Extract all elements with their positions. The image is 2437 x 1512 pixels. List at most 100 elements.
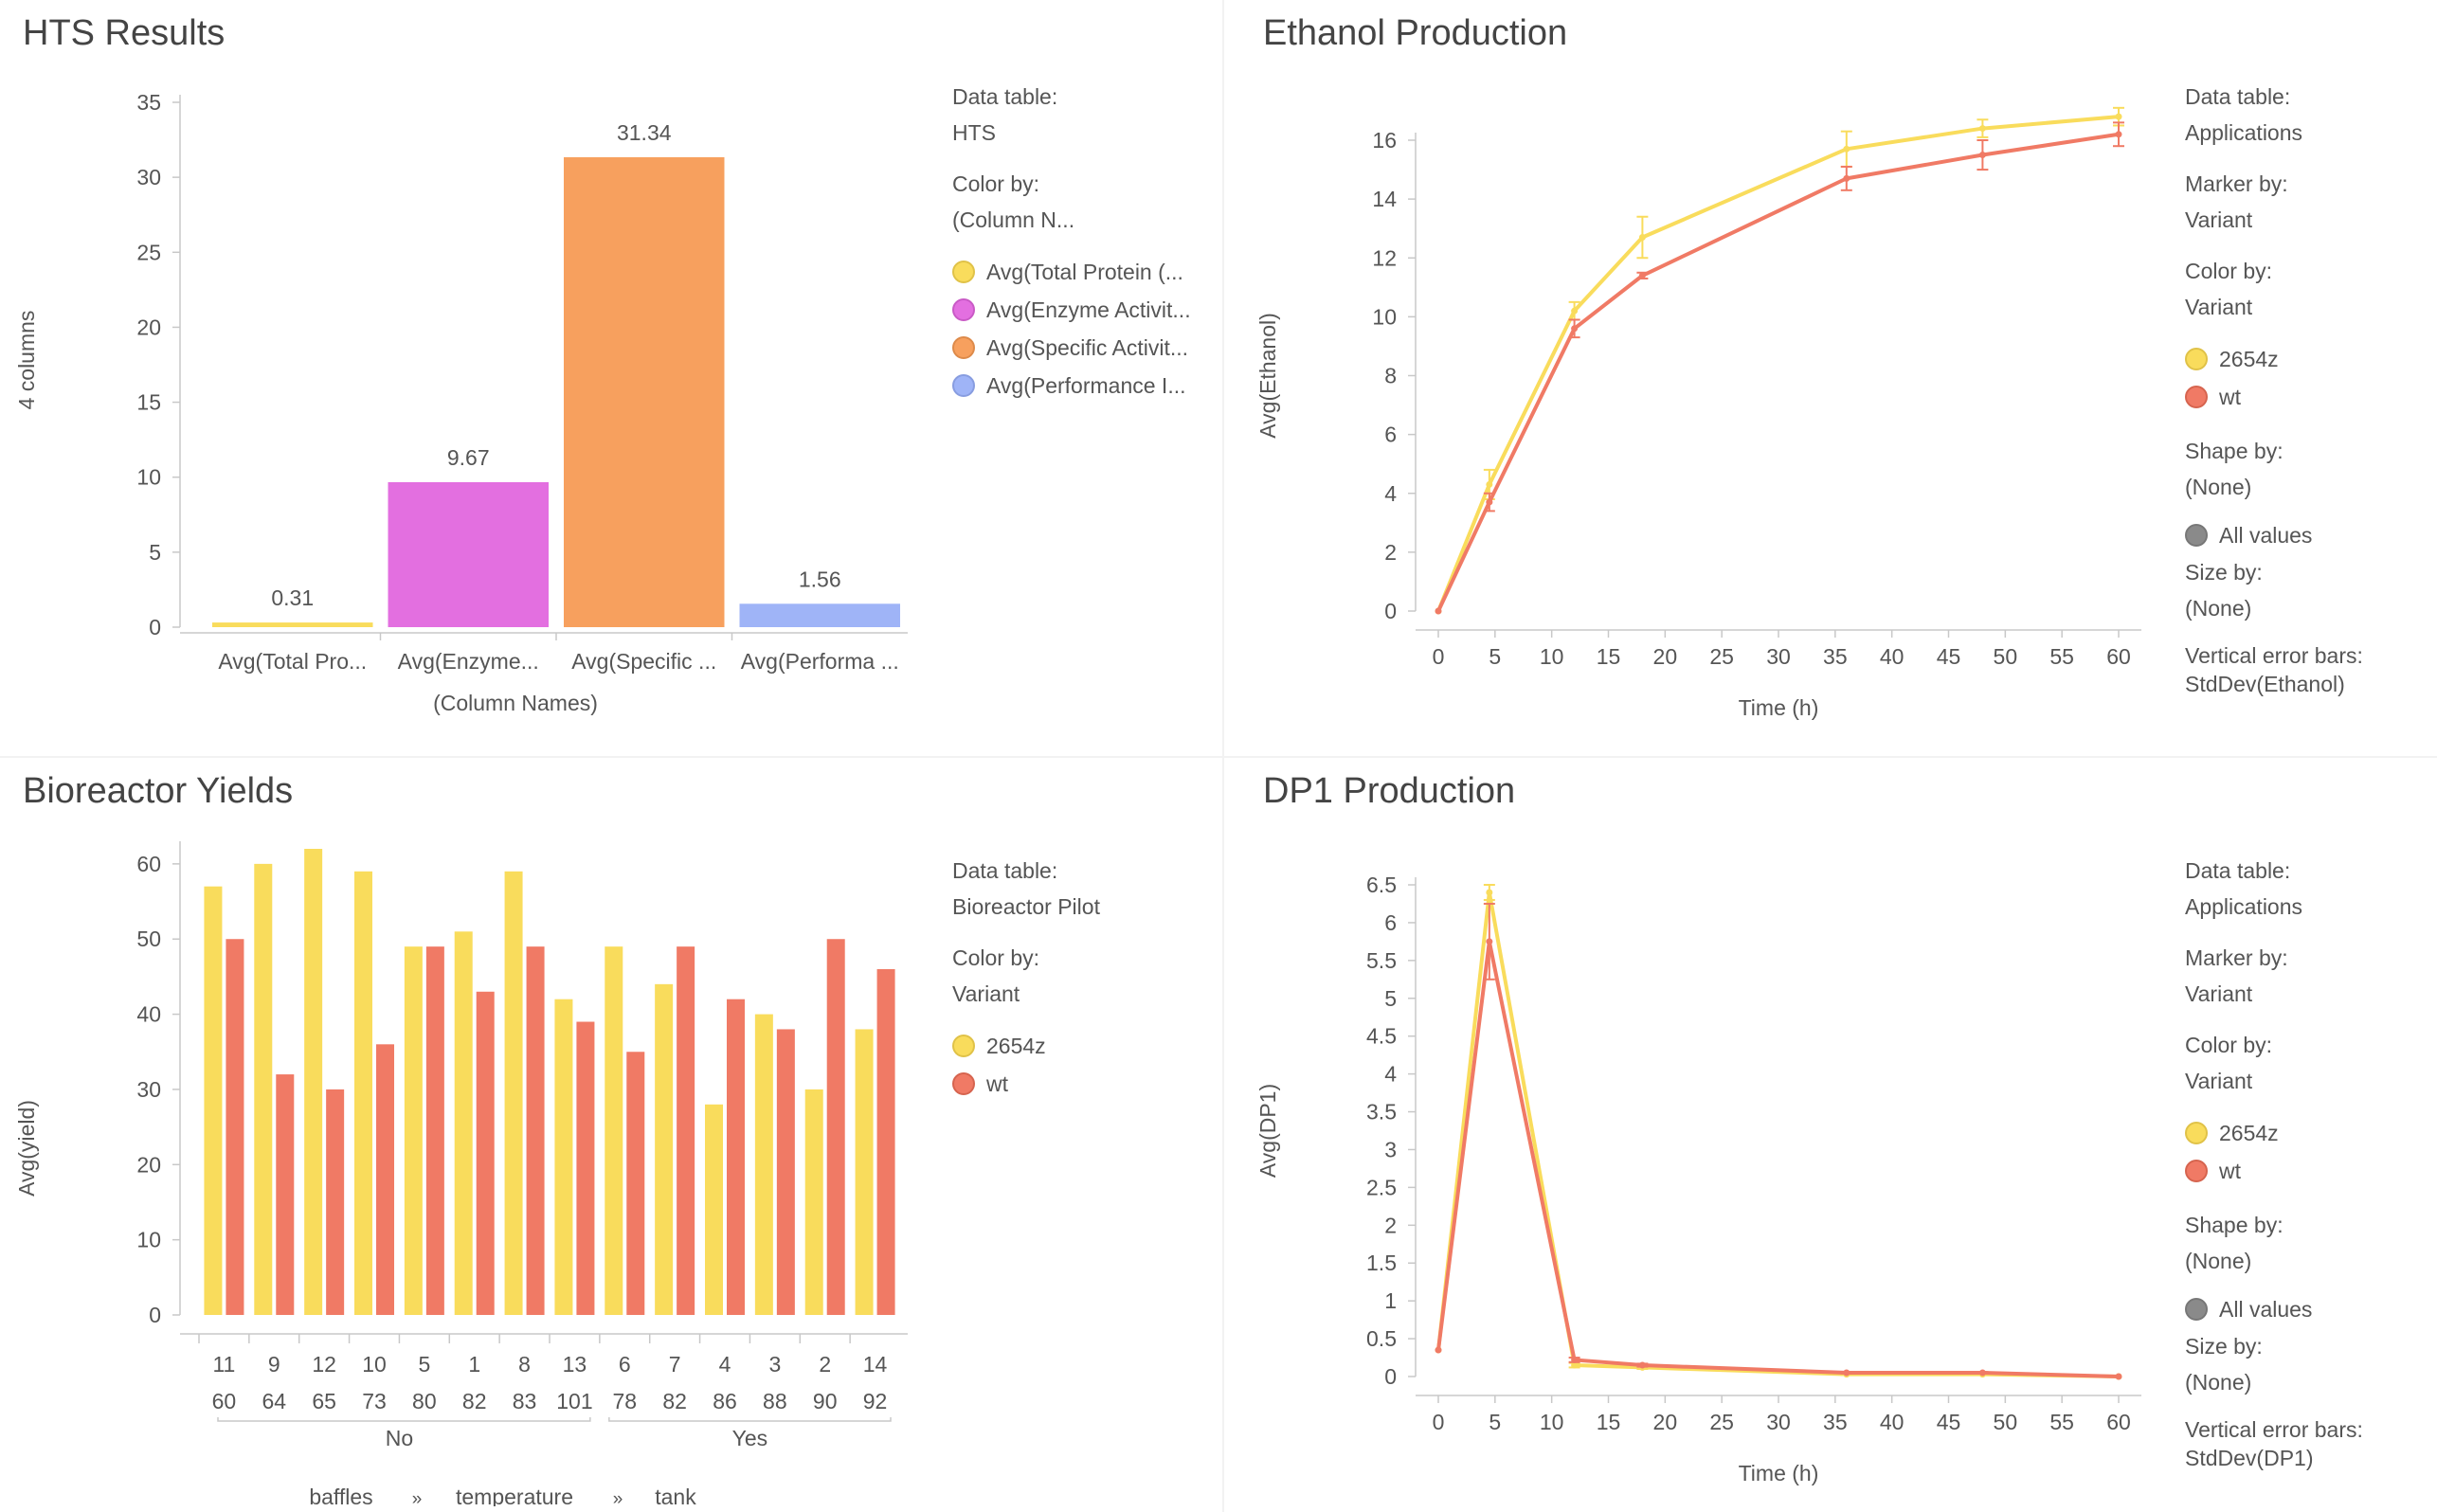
y-tick-label: 12	[1372, 245, 1397, 270]
y-tick-label: 50	[136, 927, 161, 951]
data-point	[1843, 145, 1850, 153]
legend-marker-by-value[interactable]: Variant	[2185, 976, 2431, 1012]
x-tick-label: 40	[1880, 644, 1904, 669]
group-label: No	[386, 1426, 413, 1450]
bar	[677, 946, 695, 1315]
bioreactor-legend[interactable]: Data table: Bioreactor Pilot Color by: V…	[952, 853, 1208, 1103]
legend-color-by-value[interactable]: (Column N...	[952, 202, 1208, 238]
legend-data-table-value[interactable]: HTS	[952, 115, 1208, 151]
legend-item-label: All values	[2219, 1296, 2313, 1322]
legend-data-table-value[interactable]: Bioreactor Pilot	[952, 889, 1208, 925]
legend-color-by-value[interactable]: Variant	[2185, 1063, 2431, 1099]
legend-shape-by-value[interactable]: (None)	[2185, 1243, 2431, 1279]
ethanol-chart[interactable]: 0 2 4 6 8 10 12 14 16 0 5 10 15 20 25 30 35 40 45 50 55 60 Tim…	[1241, 57, 2151, 739]
x-tick-label: 8	[518, 1352, 531, 1377]
dp1-chart[interactable]: 0 0.5 1 1.5 2 2.5 3 3.5 4 4.5 5 5.5 6 6.5 0 5 10 15 20 25 30…	[1241, 815, 2151, 1506]
legend-color-by-value[interactable]: Variant	[2185, 289, 2431, 325]
y-tick-label: 6.5	[1366, 873, 1397, 897]
legend-item[interactable]: wt	[952, 1065, 1208, 1103]
legend-item[interactable]: All values	[2185, 516, 2431, 554]
x-tick-label: Avg(Total Pro...	[218, 649, 367, 674]
y-tick-label: 0	[1384, 599, 1397, 623]
legend-item[interactable]: 2654z	[952, 1027, 1208, 1065]
bar	[425, 946, 444, 1315]
data-label: 0.31	[271, 585, 314, 610]
x-tick-label: 25	[1709, 1410, 1734, 1434]
legend-item-label: wt	[2219, 1158, 2241, 1183]
data-point	[1638, 272, 1646, 279]
bar	[326, 1089, 345, 1315]
bar	[605, 946, 623, 1315]
hts-panel: HTS Results 0 5 10 15 20 25 30 35 0.31 Avg(Total …	[0, 0, 1222, 756]
dp1-legend[interactable]: Data table: Applications Marker by: Vari…	[2185, 853, 2431, 1487]
series-line	[1436, 115, 2120, 612]
legend-swatch	[952, 1072, 975, 1095]
legend-item-label: wt	[2219, 384, 2241, 409]
data-point	[1486, 889, 1493, 896]
bar	[727, 999, 745, 1315]
legend-spacer	[2185, 1190, 2431, 1207]
legend-item[interactable]: Avg(Specific Activit...	[952, 329, 1208, 367]
legend-item[interactable]: All values	[2185, 1290, 2431, 1328]
legend-size-by-value[interactable]: (None)	[2185, 590, 2431, 626]
legend-marker-by-value[interactable]: Variant	[2185, 202, 2431, 238]
bar	[276, 1074, 295, 1315]
bioreactor-panel: Bioreactor Yields 0 10 20 30 40 50 60 11 60 9 64 12…	[0, 758, 1222, 1512]
legend-data-table-value[interactable]: Applications	[2185, 115, 2431, 151]
bar	[739, 603, 900, 627]
legend-item[interactable]: Avg(Performance I...	[952, 367, 1208, 405]
legend-swatch	[2185, 1298, 2208, 1321]
x-tick-label: Avg(Enzyme...	[398, 649, 539, 674]
bioreactor-chart[interactable]: 0102030405060116096412651073580182883131…	[0, 815, 929, 1506]
data-point	[1571, 325, 1579, 333]
series-line	[1436, 939, 2120, 1378]
legend-item-label: 2654z	[2219, 346, 2279, 371]
legend-color-by-heading: Color by:	[2185, 1033, 2273, 1057]
legend-error-bars-heading: Vertical error bars:	[2185, 1417, 2363, 1442]
hts-chart[interactable]: 0 5 10 15 20 25 30 35 0.31 Avg(Total Pro... 9.67 Av…	[0, 57, 929, 739]
x-tick-label: 50	[1994, 1410, 2018, 1434]
hierarchy-label: tank	[655, 1485, 696, 1506]
y-tick-label: 5	[149, 540, 161, 565]
legend-error-bars-value[interactable]: StdDev(Ethanol)	[2185, 670, 2431, 698]
y-tick-label: 25	[136, 240, 161, 264]
x-tick-label: 1	[468, 1352, 480, 1377]
legend-color-by-value[interactable]: Variant	[952, 976, 1208, 1012]
data-point	[2115, 113, 2122, 120]
bar	[705, 1104, 723, 1315]
legend-swatch	[952, 336, 975, 359]
x-tick-label: 45	[1937, 644, 1961, 669]
legend-item[interactable]: wt	[2185, 1152, 2431, 1190]
group-bracket	[608, 1417, 892, 1422]
bar	[354, 871, 372, 1315]
legend-shape-by-value[interactable]: (None)	[2185, 469, 2431, 505]
legend-item-label: 2654z	[2219, 1120, 2279, 1145]
legend-error-bars-value[interactable]: StdDev(DP1)	[2185, 1444, 2431, 1472]
x-tick-label: 64	[262, 1389, 286, 1413]
legend-item[interactable]: Avg(Enzyme Activit...	[952, 291, 1208, 329]
data-point	[2115, 1373, 2122, 1380]
y-tick-label: 5	[1384, 986, 1397, 1011]
legend-item-label: Avg(Enzyme Activit...	[986, 297, 1191, 322]
legend-item[interactable]: 2654z	[2185, 340, 2431, 378]
y-tick-label: 2	[1384, 1213, 1397, 1237]
legend-item[interactable]: Avg(Total Protein (...	[952, 253, 1208, 291]
group-bracket	[217, 1417, 591, 1422]
legend-item[interactable]: wt	[2185, 378, 2431, 416]
x-axis-title: (Column Names)	[433, 691, 598, 715]
legend-shape-by-heading: Shape by:	[2185, 1213, 2284, 1237]
x-tick-label: 92	[863, 1389, 888, 1413]
y-tick-label: 30	[136, 165, 161, 189]
hts-legend[interactable]: Data table: HTS Color by: (Column N... A…	[952, 79, 1208, 405]
legend-size-by-value[interactable]: (None)	[2185, 1364, 2431, 1400]
y-tick-label: 30	[136, 1077, 161, 1102]
ethanol-legend[interactable]: Data table: Applications Marker by: Vari…	[2185, 79, 2431, 713]
x-tick-label: 45	[1937, 1410, 1961, 1434]
x-tick-label: 6	[619, 1352, 631, 1377]
x-tick-label: 40	[1880, 1410, 1904, 1434]
legend-marker-by-heading: Marker by:	[2185, 945, 2288, 970]
legend-item[interactable]: 2654z	[2185, 1114, 2431, 1152]
legend-data-table-value[interactable]: Applications	[2185, 889, 2431, 925]
legend-data-table-heading: Data table:	[2185, 84, 2291, 109]
bar	[855, 1029, 874, 1315]
